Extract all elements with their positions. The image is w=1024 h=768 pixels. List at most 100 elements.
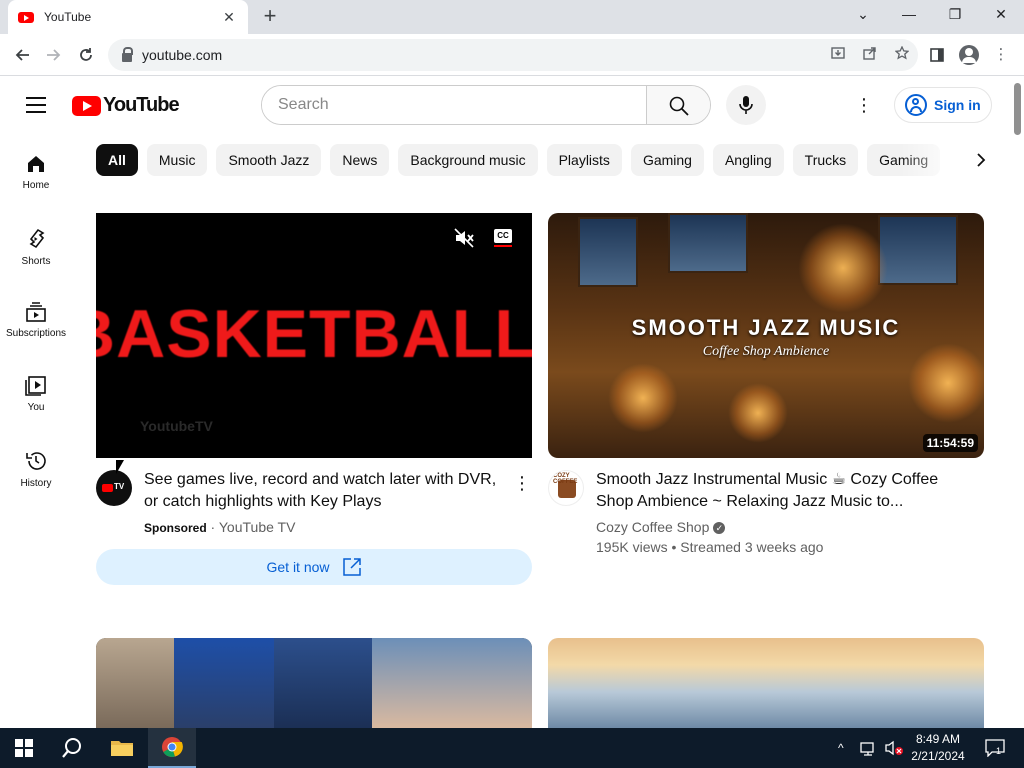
- chip-all[interactable]: All: [96, 144, 138, 176]
- volume-status[interactable]: [884, 728, 904, 768]
- side-panel-button[interactable]: [924, 42, 950, 68]
- guide-menu-button[interactable]: [26, 97, 46, 113]
- news-video-thumbnail[interactable]: [96, 638, 532, 728]
- back-button[interactable]: [9, 42, 35, 68]
- chip-angling[interactable]: Angling: [712, 144, 784, 176]
- logo-text: YouTube: [103, 94, 180, 116]
- forward-arrow-icon: [47, 49, 61, 61]
- guide-item-you[interactable]: You: [0, 362, 72, 436]
- guide-label-home: Home: [22, 180, 50, 191]
- jazz-video-thumbnail[interactable]: SMOOTH JAZZ MUSIC Coffee Shop Ambience 1…: [548, 213, 984, 458]
- youtube-play-logo-icon: [72, 95, 101, 116]
- chrome-menu-button[interactable]: ⋮: [988, 42, 1014, 68]
- chip-news[interactable]: News: [330, 144, 390, 176]
- search-button[interactable]: [646, 86, 710, 124]
- guide-item-home[interactable]: Home: [0, 140, 72, 214]
- share-icon[interactable]: [854, 39, 886, 71]
- guide-item-shorts[interactable]: Shorts: [0, 214, 72, 288]
- sign-in-button[interactable]: Sign in: [894, 87, 992, 123]
- thumb-face-panel: [274, 638, 372, 728]
- network-status[interactable]: [860, 728, 878, 768]
- video-duration: 11:54:59: [922, 434, 978, 452]
- guide-label-subscriptions: Subscriptions: [5, 328, 67, 339]
- tab-search-button[interactable]: ⌄: [840, 0, 886, 30]
- volume-muted-icon: [885, 740, 903, 756]
- chip-gaming[interactable]: Gaming: [630, 144, 704, 176]
- scrollbar-thumb[interactable]: [1014, 83, 1021, 135]
- network-icon: [860, 742, 874, 756]
- ad-video-thumbnail[interactable]: BASKETBALL YoutubeTV CC: [96, 213, 532, 458]
- history-icon: [26, 452, 46, 470]
- chip-music[interactable]: Music: [146, 144, 208, 176]
- cozy-coffee-avatar[interactable]: COZY COFFEE: [548, 470, 584, 506]
- jazz-thumbnail-title: SMOOTH JAZZ MUSIC: [631, 315, 901, 340]
- taskbar-search-button[interactable]: [48, 728, 96, 768]
- thumb-window: [878, 215, 958, 285]
- profile-button[interactable]: [956, 42, 982, 68]
- shorts-icon: [29, 228, 45, 249]
- account-circle-icon: [905, 94, 927, 116]
- settings-more-button[interactable]: ⋮: [852, 93, 876, 117]
- channel-name[interactable]: Cozy Coffee Shop: [596, 519, 709, 535]
- minimize-button[interactable]: —: [886, 0, 932, 30]
- chip-playlists[interactable]: Playlists: [546, 144, 622, 176]
- chrome-taskbar-button[interactable]: [148, 728, 196, 768]
- address-url: youtube.com: [142, 47, 223, 63]
- windows-logo-icon: [15, 739, 33, 757]
- guide-item-history[interactable]: History: [0, 436, 72, 510]
- thumb-lamp-glow: [728, 383, 788, 443]
- close-window-button[interactable]: ✕: [978, 0, 1024, 30]
- forward-button[interactable]: [41, 42, 67, 68]
- microphone-icon: [739, 96, 753, 114]
- search-input[interactable]: [262, 86, 646, 124]
- sunset-video-thumbnail[interactable]: [548, 638, 984, 728]
- reload-button[interactable]: [73, 42, 99, 68]
- thumb-lamp-glow: [608, 363, 678, 433]
- chip-next-button[interactable]: [966, 144, 996, 176]
- chevron-up-icon: ^: [838, 741, 844, 755]
- start-button[interactable]: [0, 728, 48, 768]
- chip-trucks[interactable]: Trucks: [792, 144, 859, 176]
- chip-smooth-jazz[interactable]: Smooth Jazz: [216, 144, 322, 176]
- ad-title[interactable]: See games live, record and watch later w…: [144, 469, 504, 513]
- address-bar[interactable]: youtube.com: [108, 39, 918, 71]
- jazz-video-title[interactable]: Smooth Jazz Instrumental Music ☕ Cozy Co…: [596, 469, 976, 513]
- tray-overflow-button[interactable]: ^: [838, 728, 858, 768]
- kebab-menu-icon: ⋮: [993, 46, 1009, 63]
- chip-background-music[interactable]: Background music: [398, 144, 538, 176]
- notifications-button[interactable]: 1: [982, 728, 1008, 768]
- install-app-icon[interactable]: [822, 39, 854, 71]
- thumb-face-panel: [372, 638, 532, 728]
- voice-search-button[interactable]: [726, 85, 766, 125]
- youtube-logo[interactable]: YouTube: [72, 94, 180, 117]
- bookmark-star-icon[interactable]: [886, 39, 918, 71]
- home-icon: [28, 156, 44, 172]
- muted-volume-icon[interactable]: [453, 227, 475, 249]
- subscriptions-icon: [26, 302, 46, 322]
- youtube-tv-avatar[interactable]: TV: [96, 470, 132, 506]
- cta-label: Get it now: [266, 559, 330, 575]
- advertiser-name[interactable]: YouTube TV: [219, 519, 296, 535]
- clock-date: 2/21/2024: [911, 749, 965, 763]
- you-library-icon: [25, 376, 46, 396]
- reload-icon: [80, 48, 92, 61]
- browser-tab-youtube[interactable]: YouTube ✕: [8, 0, 248, 34]
- chevron-right-icon: [977, 153, 986, 167]
- chips-fade: [900, 144, 966, 176]
- ad-menu-button[interactable]: ⋮: [512, 472, 532, 496]
- clock-time: 8:49 AM: [915, 732, 961, 746]
- tab-close-icon[interactable]: ✕: [220, 9, 238, 26]
- file-explorer-button[interactable]: [98, 728, 146, 768]
- get-it-now-button[interactable]: Get it now: [96, 549, 532, 585]
- ad-meta: Sponsored · YouTube TV: [144, 517, 295, 538]
- chrome-logo-icon: [162, 737, 183, 757]
- page-scrollbar[interactable]: [1012, 77, 1024, 728]
- system-clock[interactable]: 8:49 AM 2/21/2024: [906, 731, 970, 765]
- tab-title: YouTube: [44, 10, 92, 24]
- guide-item-subscriptions[interactable]: Subscriptions: [0, 288, 72, 362]
- closed-captions-button[interactable]: CC: [494, 229, 512, 247]
- folder-icon: [111, 741, 133, 756]
- thumb-face-panel: [174, 638, 274, 728]
- new-tab-button[interactable]: +: [258, 5, 282, 29]
- restore-button[interactable]: ❐: [932, 0, 978, 30]
